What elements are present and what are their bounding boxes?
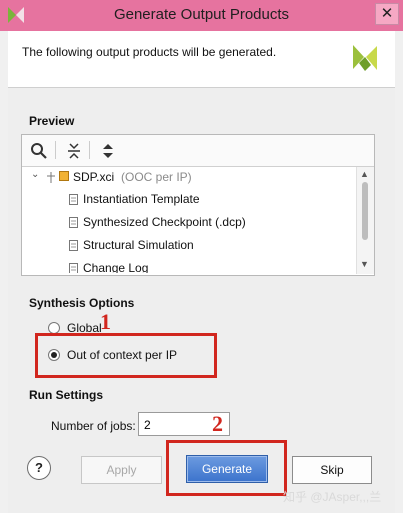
preview-panel: ⌄ SDP.xci (OOC per IP) Instantiation Tem…	[21, 134, 375, 276]
tree-row[interactable]: Structural Simulation	[22, 235, 352, 257]
dialog-header: The following output products will be ge…	[8, 31, 395, 88]
preview-toolbar	[22, 135, 374, 167]
tree-row-root[interactable]: ⌄ SDP.xci (OOC per IP)	[22, 167, 352, 189]
file-icon	[69, 240, 78, 251]
vivado-logo-icon	[353, 45, 377, 71]
ip-icon	[59, 171, 69, 181]
file-icon	[69, 194, 78, 205]
preview-section-title: Preview	[29, 114, 75, 128]
generate-button[interactable]: Generate	[186, 455, 268, 483]
tree-item-label: Instantiation Template	[83, 192, 200, 206]
tree-item-label: Structural Simulation	[83, 238, 194, 252]
hierarchy-icon	[47, 172, 55, 183]
annotation-number-2: 2	[212, 411, 223, 436]
apply-button[interactable]: Apply	[81, 456, 162, 484]
number-of-jobs-label: Number of jobs:	[51, 419, 136, 433]
scroll-down-icon[interactable]: ▼	[360, 259, 369, 269]
run-settings-title: Run Settings	[29, 388, 103, 402]
scroll-up-icon[interactable]: ▲	[360, 169, 369, 179]
close-button[interactable]: ✕	[375, 3, 399, 25]
preview-scrollbar[interactable]: ▲ ▼	[356, 167, 374, 274]
tree-item-label: Synthesized Checkpoint (.dcp)	[83, 215, 246, 229]
tree-item-label: Change Log	[83, 261, 149, 273]
tree-row[interactable]: Synthesized Checkpoint (.dcp)	[22, 212, 352, 234]
toolbar-separator	[89, 141, 90, 159]
tree-root-name: SDP.xci	[73, 170, 115, 184]
tree-root-suffix: (OOC per IP)	[121, 170, 192, 184]
expand-all-icon[interactable]	[98, 141, 118, 161]
file-icon	[69, 263, 78, 273]
scrollbar-thumb[interactable]	[362, 182, 368, 240]
skip-button[interactable]: Skip	[292, 456, 372, 484]
toolbar-separator	[55, 141, 56, 159]
header-description: The following output products will be ge…	[22, 45, 277, 59]
search-icon[interactable]	[29, 141, 49, 161]
chevron-down-icon[interactable]: ⌄	[31, 169, 39, 180]
watermark: 知乎 @JAsper,,,兰	[283, 490, 382, 504]
annotation-box-1	[35, 333, 217, 378]
tree-row[interactable]: Instantiation Template	[22, 189, 352, 211]
window-title: Generate Output Products	[113, 6, 290, 23]
generate-output-products-dialog: Generate Output Products ✕ The following…	[0, 0, 403, 513]
collapse-all-icon[interactable]	[64, 141, 84, 161]
synthesis-options-title: Synthesis Options	[29, 296, 135, 310]
annotation-number-1: 1	[100, 309, 111, 334]
file-icon	[69, 217, 78, 228]
title-bar[interactable]: Generate Output Products ✕	[0, 0, 403, 31]
output-products-tree: ⌄ SDP.xci (OOC per IP) Instantiation Tem…	[22, 167, 356, 273]
tree-row[interactable]: Change Log	[22, 258, 352, 273]
help-button[interactable]: ?	[27, 456, 51, 480]
